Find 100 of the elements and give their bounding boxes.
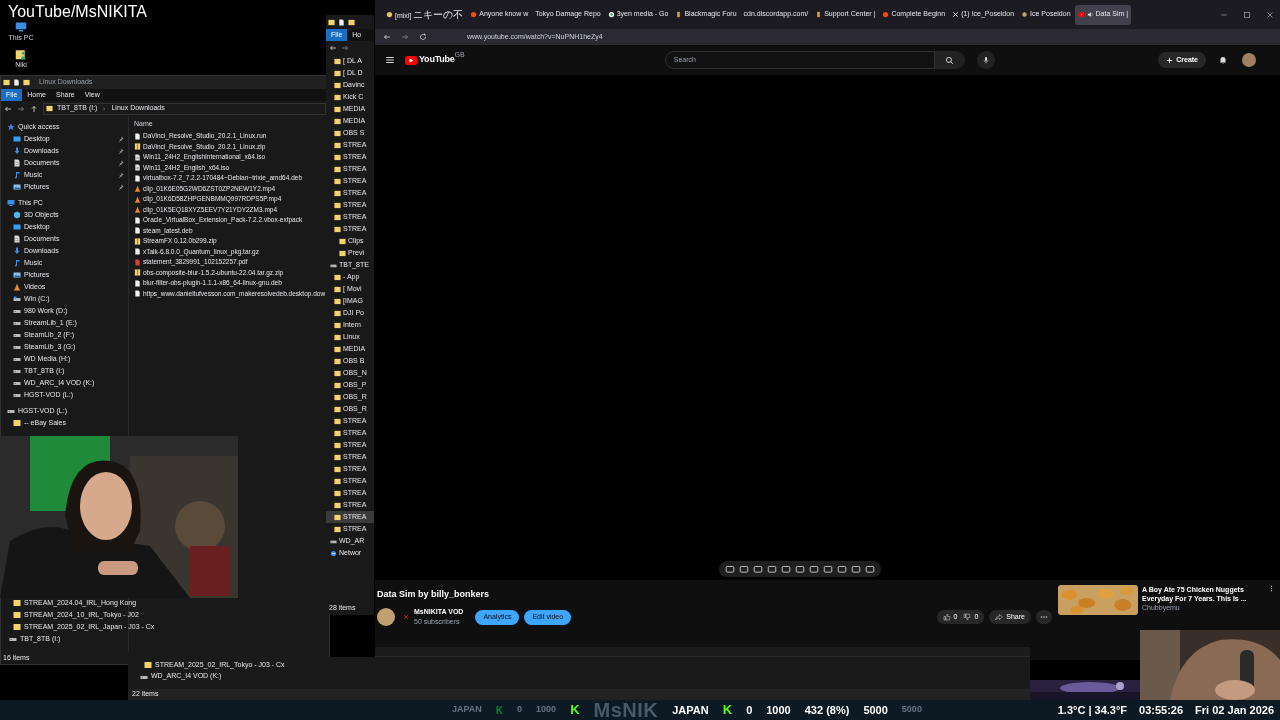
menu-icon[interactable] bbox=[385, 55, 395, 65]
computer-icon bbox=[15, 21, 27, 33]
cone-icon bbox=[13, 283, 21, 291]
desktop-icon bbox=[13, 223, 21, 231]
folder-icon bbox=[144, 661, 152, 669]
pin-icon[interactable] bbox=[118, 184, 124, 190]
play-logo-icon[interactable] bbox=[405, 55, 417, 65]
ticker-text: 1000 bbox=[536, 703, 557, 717]
star-icon bbox=[7, 123, 15, 131]
pin-icon[interactable] bbox=[118, 148, 124, 154]
drive-icon bbox=[13, 379, 21, 387]
favicon-icon bbox=[386, 11, 393, 18]
folder-icon bbox=[348, 18, 355, 26]
close-mark-icon bbox=[403, 614, 409, 620]
pin-icon[interactable] bbox=[118, 136, 124, 142]
music-note-icon bbox=[13, 171, 21, 179]
back-arrow-icon[interactable] bbox=[4, 104, 12, 113]
forward-arrow-icon[interactable] bbox=[341, 44, 349, 52]
ticker-text: 5000 bbox=[901, 703, 922, 717]
chevron-icon bbox=[101, 105, 108, 112]
favicon-icon bbox=[1021, 11, 1029, 18]
ticker-text: 1000 bbox=[766, 702, 791, 718]
drive-icon bbox=[13, 343, 21, 351]
speaker-icon[interactable] bbox=[1086, 11, 1094, 18]
folder-icon bbox=[13, 419, 21, 427]
reload-icon[interactable] bbox=[419, 33, 427, 41]
pin-icon[interactable] bbox=[118, 160, 124, 166]
favicon-icon bbox=[815, 11, 823, 18]
picture-icon bbox=[13, 271, 21, 279]
ticker-text: 0 bbox=[517, 703, 523, 717]
cone-icon bbox=[134, 206, 141, 214]
logo-text[interactable]: YouTube bbox=[419, 53, 455, 67]
ticker-text: Fri 02 Jan 2026 bbox=[1195, 702, 1274, 718]
disc-file-icon bbox=[134, 153, 141, 161]
drive-icon bbox=[7, 407, 15, 415]
search-button[interactable] bbox=[934, 51, 965, 69]
plus-icon bbox=[1166, 56, 1174, 64]
drive-icon bbox=[13, 331, 21, 339]
ticker-text: JAPAN bbox=[452, 703, 482, 717]
favicon-icon bbox=[1077, 11, 1085, 18]
cone-icon bbox=[134, 195, 141, 203]
ticker-text: 0 bbox=[746, 702, 753, 718]
music-note-icon bbox=[13, 259, 21, 267]
close-icon[interactable] bbox=[1266, 10, 1274, 19]
zip-file-icon bbox=[134, 143, 141, 151]
bell-icon[interactable] bbox=[1218, 55, 1228, 65]
ticker-text: 03:55:26 bbox=[1139, 702, 1184, 718]
drive-icon bbox=[13, 391, 21, 399]
favicon-icon bbox=[607, 11, 615, 18]
ticker-text: MsNIK bbox=[593, 698, 659, 720]
zip-file-icon bbox=[134, 269, 141, 277]
more-icon bbox=[1040, 613, 1048, 621]
user-folder-icon bbox=[15, 47, 27, 60]
file-icon bbox=[134, 132, 141, 140]
ticker-text: K bbox=[495, 703, 504, 718]
ticker-text: K bbox=[722, 701, 733, 720]
folder-icon bbox=[23, 79, 30, 86]
pin-icon[interactable] bbox=[118, 172, 124, 178]
zip-file-icon bbox=[134, 237, 141, 245]
maximize-icon[interactable] bbox=[1243, 10, 1251, 19]
drive-icon bbox=[13, 307, 21, 315]
mic-button[interactable] bbox=[976, 51, 995, 69]
file-icon bbox=[338, 18, 345, 26]
microphone-icon bbox=[981, 56, 990, 64]
video-title: Data Sim by billy_bonkers bbox=[377, 588, 491, 601]
avatar[interactable] bbox=[1242, 53, 1256, 67]
search-icon bbox=[945, 55, 955, 65]
file-icon bbox=[134, 174, 141, 182]
up-arrow-icon[interactable] bbox=[30, 104, 38, 113]
ticker-text: K bbox=[570, 701, 580, 720]
folder-icon bbox=[3, 79, 10, 86]
favicon-icon bbox=[882, 11, 890, 18]
drive-icon bbox=[13, 295, 21, 303]
ticker-text: 432 (8%) bbox=[804, 702, 850, 718]
back-arrow-icon[interactable] bbox=[329, 44, 337, 52]
more-button[interactable] bbox=[1036, 610, 1052, 624]
file-icon bbox=[13, 79, 20, 86]
download-icon bbox=[13, 247, 21, 255]
favicon-icon bbox=[470, 11, 478, 18]
ticker-text: 5000 bbox=[863, 702, 888, 718]
folder-icon bbox=[328, 18, 335, 26]
cone-icon bbox=[134, 185, 141, 193]
disc-file-icon bbox=[134, 164, 141, 172]
cube-icon bbox=[13, 211, 21, 219]
overlay-title: YouTube/MsNIKITA bbox=[8, 4, 148, 20]
channel-avatar[interactable] bbox=[377, 608, 395, 626]
forward-arrow-icon[interactable] bbox=[17, 104, 25, 113]
drive-icon bbox=[9, 635, 17, 643]
document-icon bbox=[13, 235, 21, 243]
picture-icon bbox=[13, 183, 21, 191]
pdf-file-icon bbox=[134, 258, 141, 266]
back-arrow-icon[interactable] bbox=[383, 33, 391, 41]
more-icon[interactable] bbox=[1268, 585, 1275, 592]
desktop-icon bbox=[13, 135, 21, 143]
document-icon bbox=[13, 159, 21, 167]
drive-icon bbox=[13, 319, 21, 327]
share-icon bbox=[995, 613, 1004, 621]
network-icon bbox=[330, 549, 337, 557]
download-icon bbox=[13, 147, 21, 155]
favicon-icon bbox=[952, 11, 960, 18]
